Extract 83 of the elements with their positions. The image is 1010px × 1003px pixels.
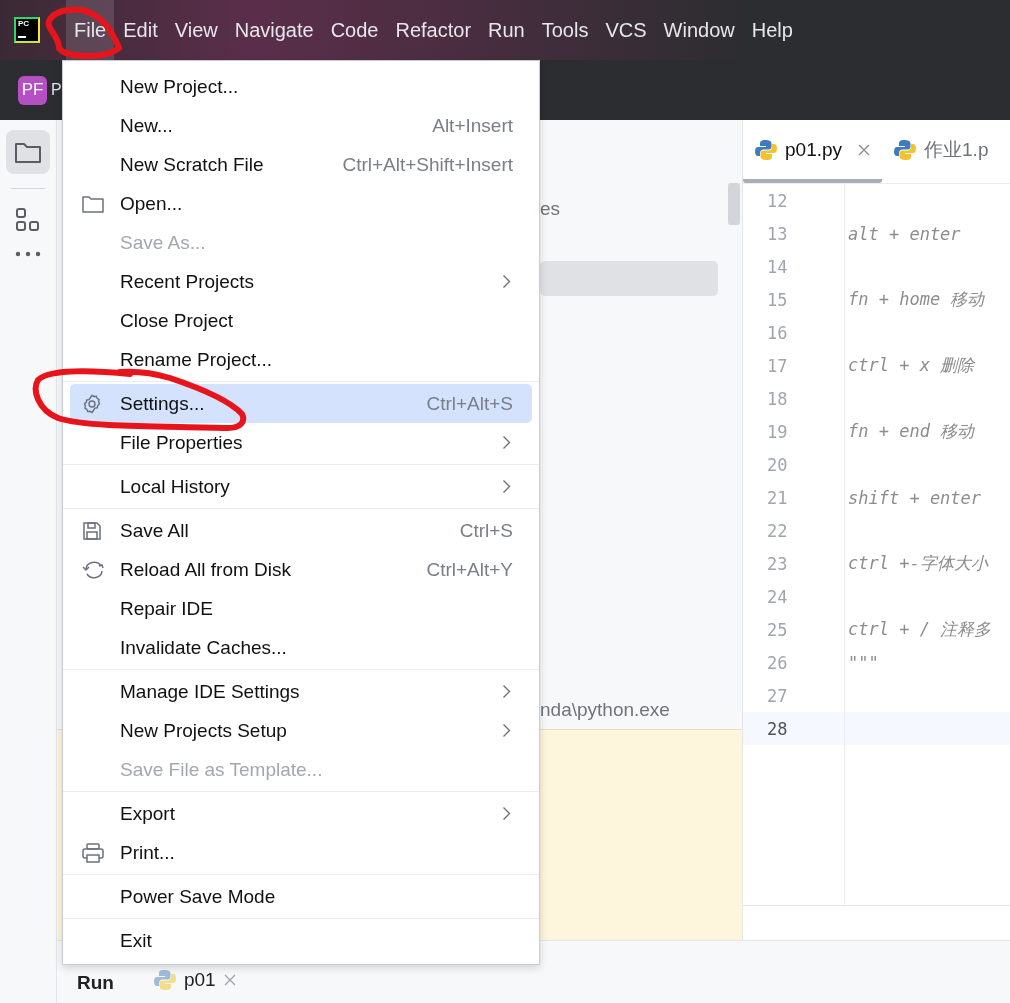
line-number: 25 bbox=[743, 613, 845, 646]
line-number: 13 bbox=[743, 217, 845, 250]
settings-icon bbox=[82, 393, 102, 414]
file-type-icon bbox=[153, 969, 176, 991]
line-number: 24 bbox=[743, 580, 845, 613]
line-number: 23 bbox=[743, 547, 845, 580]
shortcut-label: Ctrl+Alt+S bbox=[426, 392, 513, 415]
shortcut-label: Ctrl+S bbox=[459, 519, 513, 542]
menu-item[interactable]: Local History bbox=[70, 467, 532, 506]
tool-window-title: Run bbox=[77, 972, 114, 994]
menu-bar-item[interactable]: Edit bbox=[115, 0, 166, 60]
project-badge[interactable]: PF bbox=[18, 75, 47, 105]
line-number: 14 bbox=[743, 250, 845, 283]
menu-bar-item[interactable]: File bbox=[66, 0, 115, 60]
line-number: 15 bbox=[743, 283, 845, 316]
run-tab[interactable]: p01 bbox=[153, 969, 236, 994]
printer-icon bbox=[82, 842, 104, 863]
menu-bar-item[interactable]: Run bbox=[480, 0, 533, 60]
line-number: 26 bbox=[743, 646, 845, 679]
line-number: 28 bbox=[743, 712, 845, 745]
menu-bar-item[interactable]: Tools bbox=[533, 0, 597, 60]
menu-item[interactable]: New Projects Setup bbox=[70, 711, 532, 750]
menu-bar-item[interactable]: View bbox=[166, 0, 226, 60]
file-type-icon bbox=[894, 138, 917, 161]
save-icon bbox=[82, 520, 102, 541]
more-icon[interactable] bbox=[15, 251, 41, 257]
menu-item[interactable]: Invalidate Caches... bbox=[70, 628, 532, 667]
menu-item[interactable]: Export bbox=[70, 794, 532, 833]
line-number: 19 bbox=[743, 415, 845, 448]
menu-item[interactable]: Settings... Ctrl+Alt+S bbox=[70, 384, 532, 423]
menu-item[interactable]: File Properties bbox=[70, 423, 532, 462]
shortcut-label: Ctrl+Alt+Y bbox=[426, 558, 513, 581]
line-number: 22 bbox=[743, 514, 845, 547]
line-number: 17 bbox=[743, 349, 845, 382]
menu-item[interactable]: Repair IDE bbox=[70, 589, 532, 628]
code-text: ctrl + / 注释多 bbox=[848, 619, 992, 639]
shortcut-label: Ctrl+Alt+Shift+Insert bbox=[342, 153, 513, 176]
menu-bar-item[interactable]: Help bbox=[743, 0, 801, 60]
reload-icon bbox=[82, 559, 106, 580]
path-label: nda\python.exe bbox=[540, 698, 671, 722]
code-text: ctrl + x 删除 bbox=[848, 355, 975, 375]
menu-item[interactable]: Print... bbox=[70, 833, 532, 872]
menu-item[interactable]: New... Alt+Insert bbox=[70, 106, 532, 145]
app-logo-icon[interactable]: PC bbox=[14, 17, 40, 43]
close-icon[interactable] bbox=[223, 974, 236, 986]
menu-item[interactable]: Manage IDE Settings bbox=[70, 672, 532, 711]
close-icon[interactable] bbox=[858, 143, 871, 156]
code-text: shift + enter bbox=[848, 487, 982, 508]
line-number: 21 bbox=[743, 481, 845, 514]
code-text: fn + home 移动 bbox=[848, 289, 985, 309]
file-type-icon bbox=[755, 138, 777, 161]
menu-item[interactable]: New Project... bbox=[70, 67, 532, 106]
menu-item[interactable]: Power Save Mode bbox=[70, 877, 532, 916]
menu-bar-item[interactable]: Refactor bbox=[387, 0, 480, 60]
structure-icon[interactable] bbox=[15, 207, 41, 233]
menu-item[interactable]: New Scratch File Ctrl+Alt+Shift+Insert bbox=[70, 145, 532, 184]
code-text: """ bbox=[848, 652, 879, 673]
code-text: ctrl +-字体大小 bbox=[848, 553, 988, 573]
menu-item[interactable]: Rename Project... bbox=[70, 340, 532, 379]
menu-bar-item[interactable]: VCS bbox=[597, 0, 655, 60]
code-text: fn + end 移动 bbox=[848, 421, 975, 441]
project-name[interactable]: P bbox=[51, 81, 62, 99]
menu-bar-item[interactable]: Navigate bbox=[226, 0, 322, 60]
menu-item[interactable]: Save All Ctrl+S bbox=[70, 511, 532, 550]
line-number: 16 bbox=[743, 316, 845, 349]
menu-item[interactable]: Close Project bbox=[70, 301, 532, 340]
code-text: alt + enter bbox=[848, 223, 961, 244]
shortcut-label: Alt+Insert bbox=[432, 114, 513, 137]
tree-item-label[interactable]: es bbox=[540, 196, 742, 222]
line-number: 18 bbox=[743, 382, 845, 415]
menu-item[interactable]: Reload All from Disk Ctrl+Alt+Y bbox=[70, 550, 532, 589]
editor-tab[interactable]: p01.py bbox=[743, 120, 883, 183]
line-number: 12 bbox=[743, 184, 845, 217]
editor-tab[interactable]: 作业1.p bbox=[882, 120, 1001, 183]
menu-item[interactable]: Recent Projects bbox=[70, 262, 532, 301]
folder-icon bbox=[82, 194, 104, 213]
menu-item[interactable]: Exit bbox=[70, 921, 532, 960]
menu-bar-item[interactable]: Code bbox=[322, 0, 387, 60]
folder-icon[interactable] bbox=[6, 130, 50, 174]
menu-bar-item[interactable]: Window bbox=[655, 0, 743, 60]
menu-item[interactable]: Open... bbox=[70, 184, 532, 223]
line-number: 20 bbox=[743, 448, 845, 481]
scrollbar-thumb[interactable] bbox=[728, 183, 740, 225]
